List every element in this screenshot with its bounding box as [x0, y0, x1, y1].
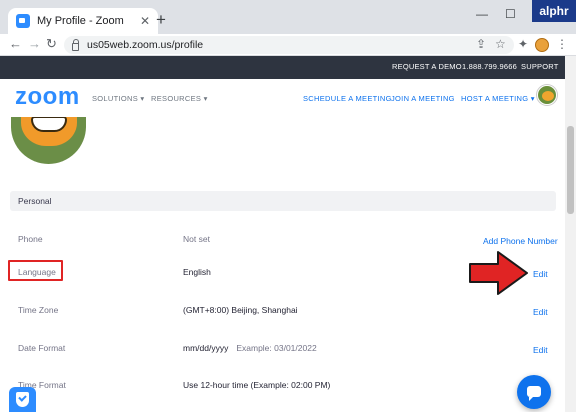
timeformat-value: Use 12-hour time (Example: 02:00 PM) — [183, 380, 331, 390]
shield-glyph — [16, 392, 29, 407]
scrollbar-thumb[interactable] — [567, 126, 574, 214]
header-avatar[interactable] — [537, 85, 557, 105]
page-scrollbar[interactable] — [565, 56, 576, 412]
timezone-edit-link[interactable]: Edit — [533, 307, 548, 317]
browser-tab-bar: My Profile - Zoom ✕ + — ☐ alphr — [0, 0, 576, 34]
personal-section-header: Personal — [10, 191, 556, 211]
chat-bubble-icon — [527, 386, 541, 401]
reload-icon[interactable]: ↻ — [46, 36, 57, 52]
support-link[interactable]: SUPPORT — [521, 62, 559, 71]
request-demo-link[interactable]: REQUEST A DEMO — [392, 62, 462, 71]
lock-icon — [72, 38, 79, 51]
language-value: English — [183, 267, 211, 277]
phone-label: Phone — [18, 234, 43, 244]
dateformat-value-text: mm/dd/yyyy — [183, 343, 229, 353]
dateformat-edit-link[interactable]: Edit — [533, 345, 548, 355]
timezone-label: Time Zone — [18, 305, 59, 315]
back-arrow-icon[interactable]: ← — [9, 36, 22, 51]
phone-value: Not set — [183, 234, 210, 244]
solutions-menu[interactable]: SOLUTIONS ▾ — [92, 94, 145, 103]
schedule-meeting-link[interactable]: SCHEDULE A MEETING — [303, 94, 392, 103]
minimize-icon[interactable]: — — [476, 7, 488, 21]
avatar-mouth — [31, 116, 67, 132]
extensions-puzzle-icon[interactable]: ✦ — [518, 37, 528, 51]
host-meeting-menu[interactable]: HOST A MEETING ▾ — [461, 94, 535, 103]
browser-toolbar: ← → ↻ us05web.zoom.us/profile ⇪ ☆ ✦ ⋮ — [0, 34, 576, 56]
language-highlight-box — [8, 260, 63, 281]
dateformat-example: Example: 03/01/2022 — [236, 343, 317, 353]
address-bar[interactable]: us05web.zoom.us/profile — [64, 36, 514, 54]
tab-title: My Profile - Zoom — [37, 15, 124, 27]
zoom-logo[interactable]: zoom — [15, 83, 80, 111]
phone-number-link[interactable]: 1.888.799.9666 — [462, 62, 517, 71]
red-arrow-icon — [469, 251, 528, 295]
language-edit-link[interactable]: Edit — [533, 269, 548, 279]
dateformat-label: Date Format — [18, 343, 66, 353]
security-shield-icon[interactable] — [9, 387, 36, 412]
section-title: Personal — [18, 196, 52, 206]
new-tab-button[interactable]: + — [156, 11, 166, 28]
tab-close-icon[interactable]: ✕ — [140, 14, 150, 28]
join-meeting-link[interactable]: JOIN A MEETING — [391, 94, 455, 103]
url-text: us05web.zoom.us/profile — [87, 39, 204, 51]
add-phone-number-link[interactable]: Add Phone Number — [483, 236, 558, 246]
timezone-value: (GMT+8:00) Beijing, Shanghai — [183, 305, 298, 315]
forward-arrow-icon[interactable]: → — [28, 36, 41, 51]
chat-support-button[interactable] — [517, 375, 551, 409]
zoom-top-strip: REQUEST A DEMO 1.888.799.9666 SUPPORT — [0, 56, 565, 79]
share-icon[interactable]: ⇪ — [476, 37, 486, 51]
chrome-profile-avatar[interactable] — [535, 38, 549, 52]
more-menu-icon[interactable]: ⋮ — [556, 37, 568, 51]
browser-tab[interactable]: My Profile - Zoom ✕ — [8, 8, 158, 34]
zoom-header: zoom SOLUTIONS ▾ RESOURCES ▾ SCHEDULE A … — [0, 79, 565, 117]
dateformat-value: mm/dd/yyyy Example: 03/01/2022 — [183, 343, 317, 353]
bookmark-star-icon[interactable]: ☆ — [495, 37, 506, 51]
resources-menu[interactable]: RESOURCES ▾ — [151, 94, 208, 103]
maximize-icon[interactable]: ☐ — [505, 7, 516, 21]
alphr-watermark: alphr — [532, 0, 576, 22]
zoom-favicon-icon — [16, 14, 30, 28]
